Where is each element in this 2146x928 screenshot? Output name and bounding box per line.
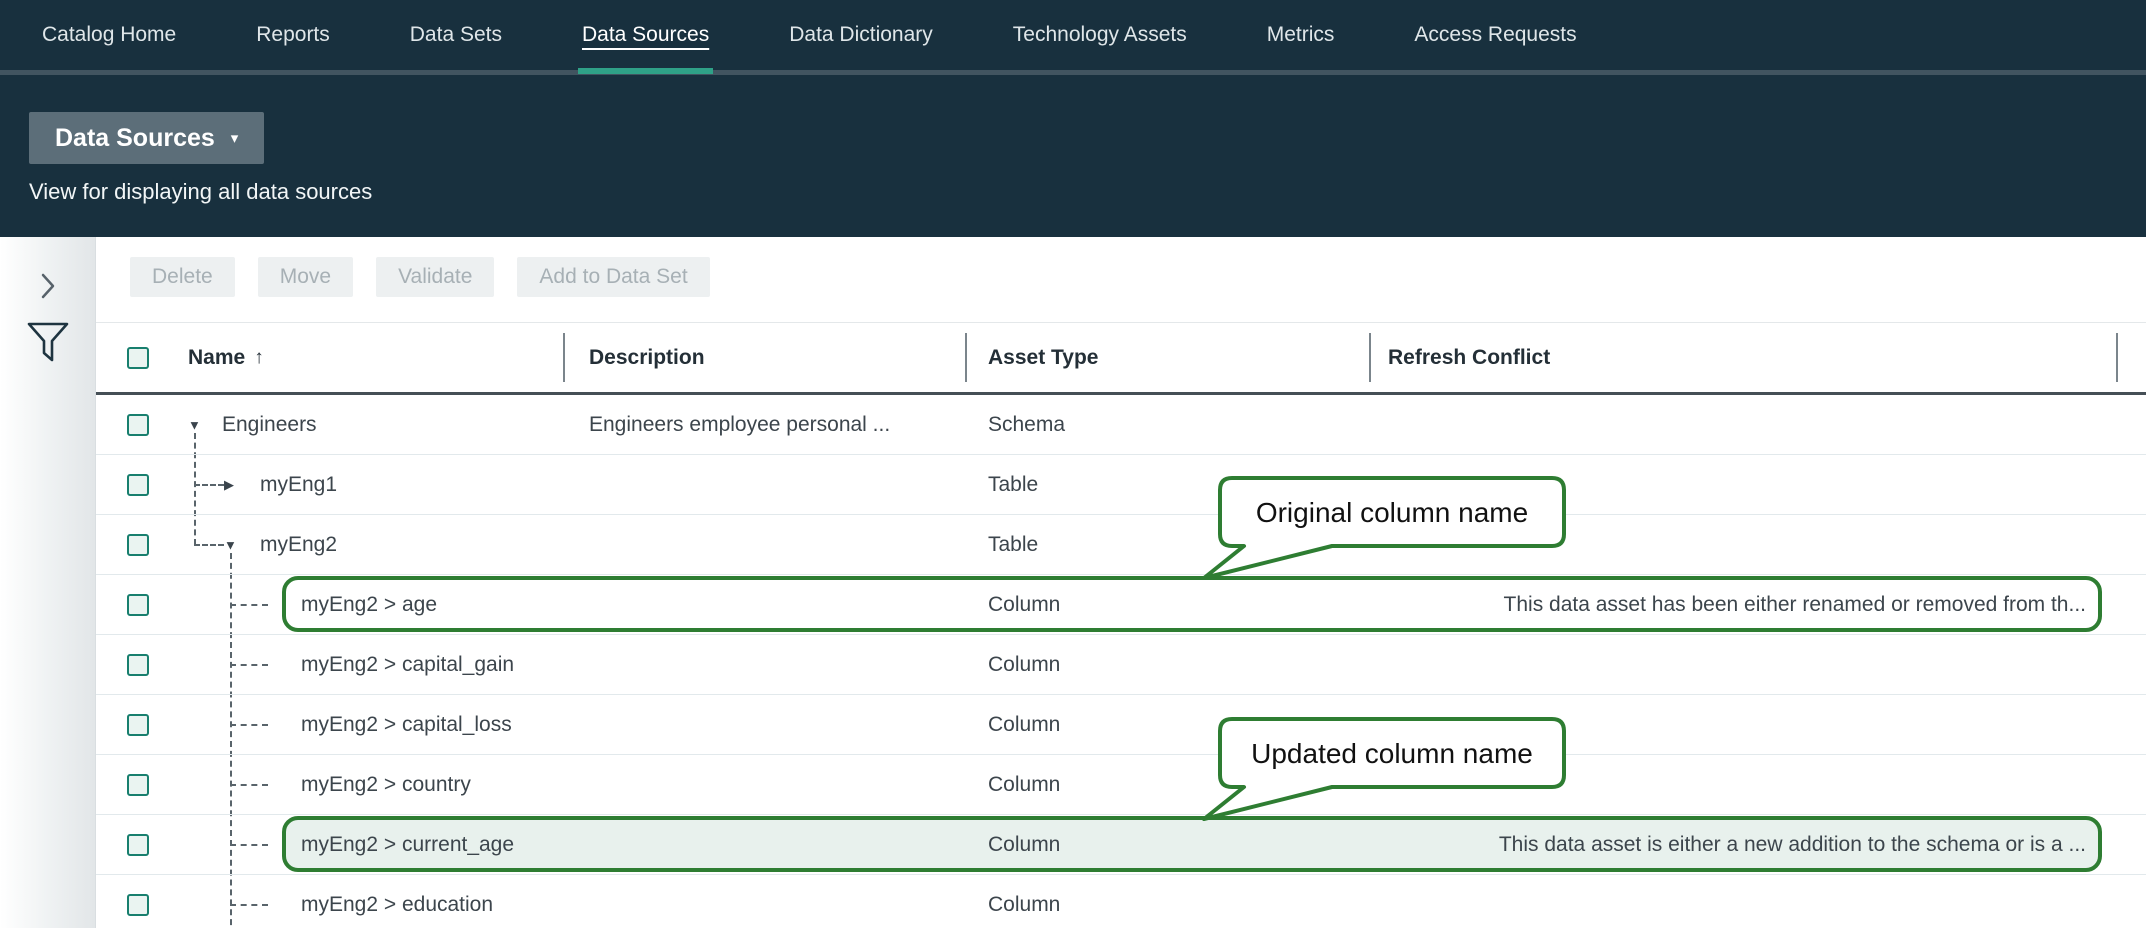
- left-rail: [0, 237, 96, 928]
- row-checkbox[interactable]: [127, 414, 149, 436]
- delete-button[interactable]: Delete: [130, 257, 235, 297]
- view-selector-button[interactable]: Data Sources ▾: [29, 112, 264, 164]
- tree-connector: [230, 784, 268, 786]
- table-row: myEng2 > age Column This data asset has …: [96, 575, 2146, 635]
- row-refresh-conflict: [1388, 695, 2086, 754]
- tree-connector: [194, 544, 224, 546]
- row-asset-type: Column: [988, 575, 1060, 634]
- table-row: myEng2 > education Column: [96, 875, 2146, 928]
- table-row: myEng2 > capital_gain Column: [96, 635, 2146, 695]
- column-header-name[interactable]: Name ↑: [188, 323, 264, 392]
- column-header-name-label: Name: [188, 346, 245, 370]
- table-row: myEng2 > current_age Column This data as…: [96, 815, 2146, 875]
- chevron-down-icon: ▾: [231, 129, 239, 147]
- filter-button[interactable]: [0, 321, 96, 363]
- row-checkbox[interactable]: [127, 774, 149, 796]
- row-asset-type: Column: [988, 695, 1060, 754]
- table-row: myEng2 > capital_loss Column: [96, 695, 2146, 755]
- move-button[interactable]: Move: [258, 257, 353, 297]
- nav-item-access-requests[interactable]: Access Requests: [1414, 23, 1576, 47]
- table-header: Name ↑ Description Asset Type Refresh Co…: [96, 322, 2146, 395]
- row-checkbox[interactable]: [127, 474, 149, 496]
- row-refresh-conflict: [1388, 875, 2086, 928]
- row-checkbox[interactable]: [127, 534, 149, 556]
- row-checkbox[interactable]: [127, 654, 149, 676]
- tree-connector: [230, 904, 268, 906]
- row-asset-type: Column: [988, 635, 1060, 694]
- row-checkbox[interactable]: [127, 714, 149, 736]
- chevron-right-icon: [40, 273, 56, 299]
- row-refresh-conflict: This data asset is either a new addition…: [1388, 815, 2086, 874]
- data-catalog-page: Catalog Home Reports Data Sets Data Sour…: [0, 0, 2146, 928]
- table-row: ▼ Engineers Engineers employee personal …: [96, 395, 2146, 455]
- row-asset-type: Column: [988, 875, 1060, 928]
- add-to-data-set-button[interactable]: Add to Data Set: [517, 257, 709, 297]
- tree-connector: [230, 844, 268, 846]
- row-name[interactable]: Engineers: [222, 395, 317, 454]
- column-header-description[interactable]: Description: [589, 323, 705, 392]
- sort-ascending-icon: ↑: [254, 347, 264, 369]
- validate-button[interactable]: Validate: [376, 257, 494, 297]
- nav-item-catalog-home[interactable]: Catalog Home: [42, 23, 176, 47]
- column-divider: [2116, 333, 2118, 382]
- row-checkbox[interactable]: [127, 834, 149, 856]
- expand-toggle[interactable]: ▼: [188, 417, 201, 432]
- row-refresh-conflict: This data asset has been either renamed …: [1388, 575, 2086, 634]
- expand-toggle[interactable]: ▼: [224, 537, 237, 552]
- nav-item-reports[interactable]: Reports: [256, 23, 330, 47]
- filter-funnel-icon: [27, 321, 69, 363]
- content-area: Delete Move Validate Add to Data Set Nam…: [0, 237, 2146, 928]
- column-divider: [965, 333, 967, 382]
- top-nav: Catalog Home Reports Data Sets Data Sour…: [0, 0, 2146, 75]
- table-row: myEng2 > country Column: [96, 755, 2146, 815]
- row-name[interactable]: myEng2 > age: [301, 575, 437, 634]
- column-header-refresh-conflict[interactable]: Refresh Conflict: [1388, 323, 1550, 392]
- row-name[interactable]: myEng2 > current_age: [301, 815, 514, 874]
- row-name[interactable]: myEng2 > capital_loss: [301, 695, 512, 754]
- row-name[interactable]: myEng2 > capital_gain: [301, 635, 514, 694]
- row-refresh-conflict: [1388, 455, 2086, 514]
- column-header-asset-type[interactable]: Asset Type: [988, 323, 1099, 392]
- row-asset-type: Column: [988, 815, 1060, 874]
- row-name[interactable]: myEng1: [260, 455, 337, 514]
- table-body: ▼ Engineers Engineers employee personal …: [96, 395, 2146, 928]
- row-name[interactable]: myEng2 > country: [301, 755, 471, 814]
- row-refresh-conflict: [1388, 515, 2086, 574]
- view-description: View for displaying all data sources: [29, 179, 372, 205]
- view-selector-label: Data Sources: [55, 124, 215, 153]
- row-asset-type: Schema: [988, 395, 1065, 454]
- column-divider: [563, 333, 565, 382]
- row-name[interactable]: myEng2 > education: [301, 875, 493, 928]
- row-description: Engineers employee personal ...: [589, 395, 890, 454]
- row-refresh-conflict: [1388, 395, 2086, 454]
- row-asset-type: Table: [988, 515, 1038, 574]
- tree-connector: [230, 664, 268, 666]
- nav-item-data-sources[interactable]: Data Sources: [582, 23, 709, 47]
- row-name[interactable]: myEng2: [260, 515, 337, 574]
- column-divider: [1369, 333, 1371, 382]
- tree-connector: [230, 724, 268, 726]
- table-row: ▶ myEng1 Table: [96, 455, 2146, 515]
- row-asset-type: Table: [988, 455, 1038, 514]
- nav-item-data-sets[interactable]: Data Sets: [410, 23, 502, 47]
- bulk-actions-toolbar: Delete Move Validate Add to Data Set: [130, 257, 710, 297]
- page-header: Data Sources ▾ View for displaying all d…: [0, 75, 2146, 237]
- expand-toggle[interactable]: ▶: [224, 477, 234, 493]
- select-all-checkbox[interactable]: [127, 347, 149, 369]
- table-row: ▼ myEng2 Table: [96, 515, 2146, 575]
- row-refresh-conflict: [1388, 635, 2086, 694]
- row-refresh-conflict: [1388, 755, 2086, 814]
- row-asset-type: Column: [988, 755, 1060, 814]
- nav-item-technology-assets[interactable]: Technology Assets: [1013, 23, 1187, 47]
- data-sources-table: Delete Move Validate Add to Data Set Nam…: [96, 237, 2146, 928]
- tree-connector: [230, 604, 268, 606]
- expand-panel-button[interactable]: [0, 273, 96, 299]
- row-checkbox[interactable]: [127, 894, 149, 916]
- nav-item-metrics[interactable]: Metrics: [1267, 23, 1335, 47]
- row-checkbox[interactable]: [127, 594, 149, 616]
- tree-connector: [194, 484, 224, 486]
- nav-item-data-dictionary[interactable]: Data Dictionary: [789, 23, 933, 47]
